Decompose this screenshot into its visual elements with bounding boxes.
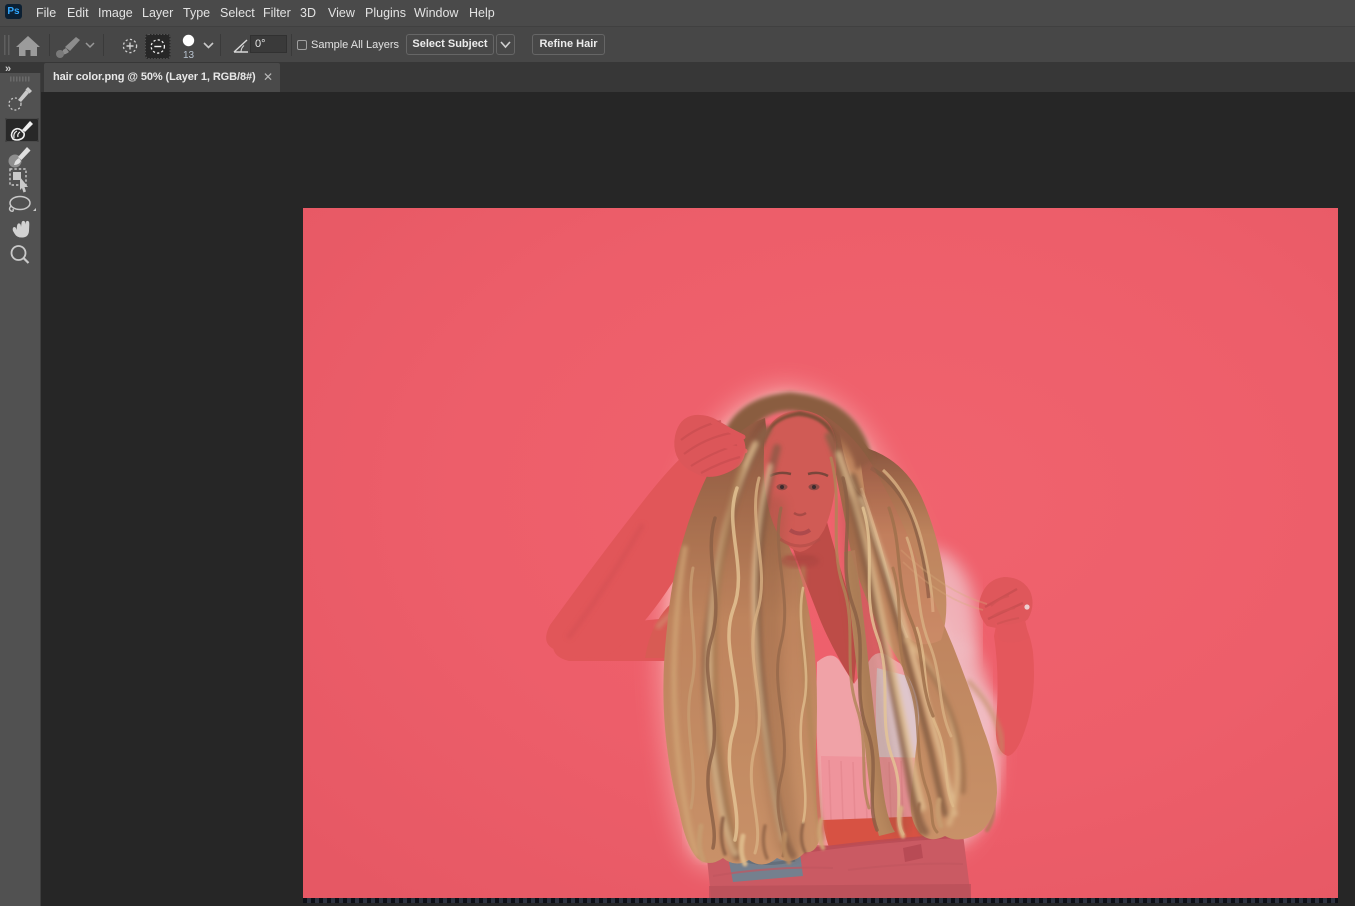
- svg-text:13: 13: [183, 50, 195, 61]
